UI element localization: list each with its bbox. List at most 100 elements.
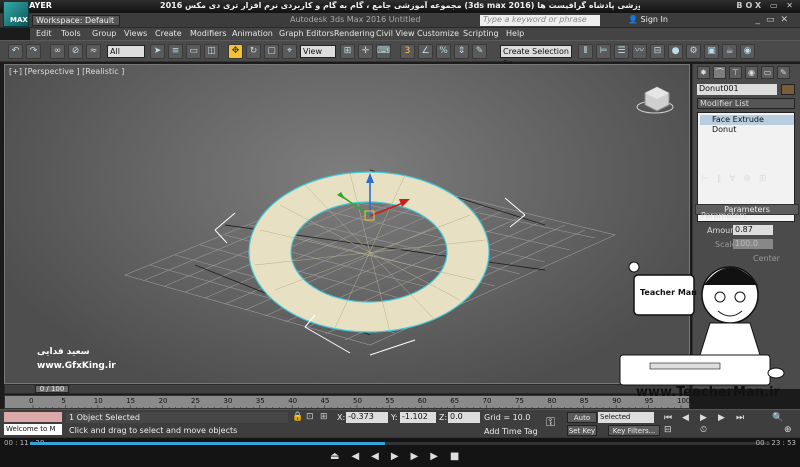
key-filters-button[interactable]: Key Filters... xyxy=(608,425,660,436)
time-slider[interactable]: 0 / 100 xyxy=(4,384,690,394)
track-tick-label: 0 xyxy=(29,397,34,405)
player-seek-bar[interactable] xyxy=(30,442,770,445)
percent-snap-icon[interactable]: % xyxy=(436,44,451,59)
utilities-tab-icon[interactable]: ✎ xyxy=(777,66,790,79)
menu-animation[interactable]: Animation xyxy=(232,29,273,38)
time-config-icon[interactable]: ⏲ xyxy=(700,425,707,435)
place-icon[interactable]: ⌖ xyxy=(282,44,297,59)
track-tick-label: 75 xyxy=(515,397,524,405)
signin-link[interactable]: 👤 Sign In xyxy=(628,15,668,24)
ref-coord-dropdown[interactable]: View xyxy=(300,45,336,58)
object-name-field[interactable]: Donut001 xyxy=(697,84,777,95)
stack-tools[interactable]: ⊢‖∀⊕⊞ xyxy=(697,174,795,188)
stack-item-donut[interactable]: Donut xyxy=(700,125,794,135)
player-window-controls[interactable]: BOX ▭ ✕ xyxy=(736,1,796,10)
window-controls[interactable]: _▭✕ xyxy=(755,15,794,25)
modifier-list-dropdown[interactable]: Modifier List xyxy=(697,98,795,109)
time-slider-thumb[interactable]: 0 / 100 xyxy=(35,385,69,393)
select-scale-icon[interactable]: ▢ xyxy=(264,44,279,59)
key-mode-icon[interactable]: ⊟ xyxy=(664,425,672,435)
menu-views[interactable]: Views xyxy=(124,29,147,38)
curve-editor-icon[interactable]: 〰 xyxy=(632,44,647,59)
select-move-icon[interactable]: ✥ xyxy=(228,44,243,59)
link-icon[interactable]: ∞ xyxy=(50,44,65,59)
unlink-icon[interactable]: ⊘ xyxy=(68,44,83,59)
render-icon[interactable]: ☕ xyxy=(722,44,737,59)
select-by-name-icon[interactable]: ≡ xyxy=(168,44,183,59)
manipulate-icon[interactable]: ✛ xyxy=(358,44,373,59)
viewcube-icon[interactable] xyxy=(636,86,674,114)
select-rotate-icon[interactable]: ↻ xyxy=(246,44,261,59)
angle-snap-icon[interactable]: ∠ xyxy=(418,44,433,59)
pivot-center-icon[interactable]: ⊞ xyxy=(340,44,355,59)
player-transport[interactable]: ⏏◀◀▶▶▶■ xyxy=(330,451,471,462)
amount-spinner[interactable]: 0.87 xyxy=(733,225,773,235)
edit-named-sets-icon[interactable]: ✎ xyxy=(472,44,487,59)
maxscript-listener[interactable]: Welcome to M xyxy=(4,424,62,435)
track-bar[interactable]: 0 5 10 15 20 25 30 35 40 45 50 55 60 65 70 75 80 85 90 95 10… xyxy=(4,395,690,410)
y-coordinate-field[interactable]: -1.102 xyxy=(400,412,436,423)
orbit-icon[interactable]: ⊕ xyxy=(784,425,792,435)
mirror-icon[interactable]: ⫴ xyxy=(578,44,593,59)
create-tab-icon[interactable]: ✸ xyxy=(697,66,710,79)
go-to-end-icon[interactable]: ⏭ xyxy=(736,413,744,423)
bind-spacewarp-icon[interactable]: ≈ xyxy=(86,44,101,59)
render-production-icon[interactable]: ◉ xyxy=(740,44,755,59)
menu-modifiers[interactable]: Modifiers xyxy=(190,29,227,38)
menu-group[interactable]: Group xyxy=(92,29,116,38)
motion-tab-icon[interactable]: ◉ xyxy=(745,66,758,79)
modify-tab-icon[interactable]: ⌒ xyxy=(713,66,726,79)
key-selected-dropdown[interactable]: Selected xyxy=(598,412,654,423)
menu-edit[interactable]: Edit xyxy=(36,29,52,38)
rendered-frame-icon[interactable]: ▣ xyxy=(704,44,719,59)
display-tab-icon[interactable]: ▭ xyxy=(761,66,774,79)
window-crossing-icon[interactable]: ◫ xyxy=(204,44,219,59)
undo-icon[interactable]: ↶ xyxy=(8,44,23,59)
layer-icon[interactable]: ☰ xyxy=(614,44,629,59)
prev-frame-icon[interactable]: ◀ xyxy=(682,413,689,423)
select-object-icon[interactable]: ➤ xyxy=(150,44,165,59)
playback-controls[interactable]: ⏮ ◀ ▶ ▶ ⏭ ⊟ ⏲ 🔍 ⊕ xyxy=(664,412,800,436)
app-menu-button[interactable]: MAX xyxy=(3,1,29,27)
set-key-button[interactable]: Set Key xyxy=(567,425,597,436)
menu-civil-view[interactable]: Civil View xyxy=(376,29,415,38)
lock-selection-icon[interactable]: 🔒 xyxy=(292,412,303,422)
menu-customize[interactable]: Customize xyxy=(417,29,459,38)
donut-object[interactable] xyxy=(248,171,490,333)
spinner-snap-icon[interactable]: ⇕ xyxy=(454,44,469,59)
next-frame-icon[interactable]: ▶ xyxy=(718,413,725,423)
keyboard-shortcut-icon[interactable]: ⌨ xyxy=(376,44,391,59)
play-icon[interactable]: ▶ xyxy=(700,413,707,423)
menu-scripting[interactable]: Scripting xyxy=(463,29,499,38)
snap-toggle-icon[interactable]: 3 xyxy=(400,44,415,59)
perspective-viewport[interactable]: [+] [Perspective ] [Realistic ] سعید فدا… xyxy=(4,64,690,384)
add-time-tag-button[interactable]: Add Time Tag xyxy=(484,427,538,436)
workspace-dropdown[interactable]: Workspace: Default xyxy=(32,15,120,26)
absolute-mode-icon[interactable]: ⊞ xyxy=(320,412,328,422)
schematic-view-icon[interactable]: ⊟ xyxy=(650,44,665,59)
isolate-icon[interactable]: ⊡ xyxy=(306,412,314,422)
menu-help[interactable]: Help xyxy=(506,29,524,38)
hierarchy-tab-icon[interactable]: ⊤ xyxy=(729,66,742,79)
menu-rendering[interactable]: Rendering xyxy=(334,29,375,38)
menu-create[interactable]: Create xyxy=(155,29,182,38)
menu-tools[interactable]: Tools xyxy=(61,29,81,38)
redo-icon[interactable]: ↷ xyxy=(26,44,41,59)
maxscript-listener-top[interactable] xyxy=(4,412,62,422)
rect-selection-icon[interactable]: ▭ xyxy=(186,44,201,59)
material-editor-icon[interactable]: ● xyxy=(668,44,683,59)
stack-item-face-extrude[interactable]: Face Extrude xyxy=(700,115,794,125)
align-icon[interactable]: ⊨ xyxy=(596,44,611,59)
go-to-start-icon[interactable]: ⏮ xyxy=(664,413,672,423)
object-color-swatch[interactable] xyxy=(781,84,795,95)
z-coordinate-field[interactable]: 0.0 xyxy=(448,412,480,423)
search-input[interactable]: Type a keyword or phrase xyxy=(480,15,600,26)
selection-filter-dropdown[interactable]: All xyxy=(107,45,145,58)
auto-key-button[interactable]: Auto Key xyxy=(567,412,597,432)
render-setup-icon[interactable]: ⚙ xyxy=(686,44,701,59)
menu-graph-editors[interactable]: Graph Editors xyxy=(279,29,334,38)
key-icon[interactable]: ⚿ xyxy=(546,415,555,430)
zoom-icon[interactable]: 🔍 xyxy=(772,413,783,423)
x-coordinate-field[interactable]: -0.373 xyxy=(346,412,388,423)
named-selection-dropdown[interactable]: Create Selection Se xyxy=(500,45,572,68)
